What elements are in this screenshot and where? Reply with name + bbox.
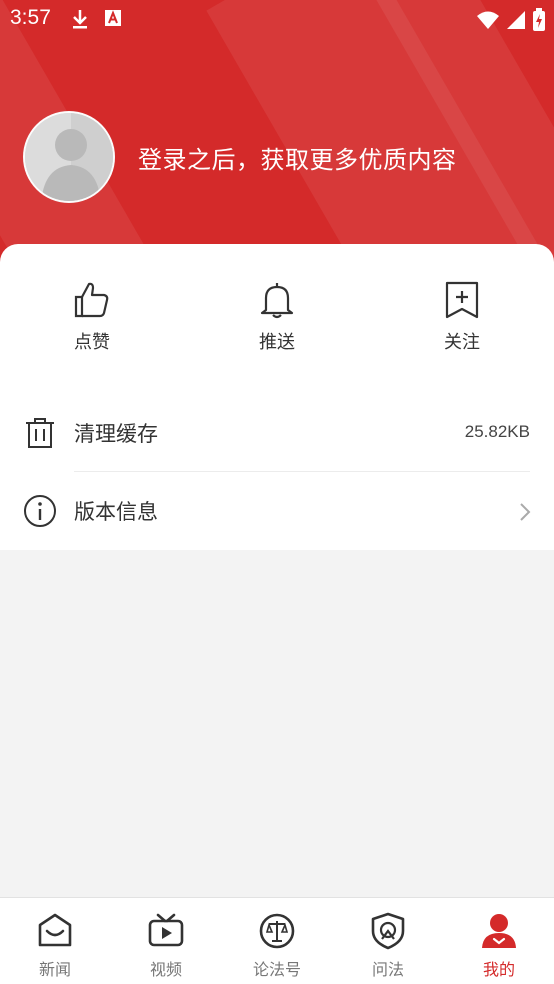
follow-action[interactable]: 关注 <box>402 276 522 354</box>
shield-icon <box>371 912 405 950</box>
battery-charging-icon <box>533 8 545 31</box>
cache-size: 25.82KB <box>464 422 530 441</box>
chevron-right-icon <box>520 503 531 521</box>
like-action[interactable]: 点赞 <box>32 276 152 354</box>
quick-actions: 点赞 推送 关注 <box>0 276 554 366</box>
avatar[interactable] <box>23 111 115 203</box>
thumbs-up-icon <box>74 282 109 318</box>
clear-cache-row[interactable]: 清理缓存 25.82KB <box>0 394 554 472</box>
wifi-icon <box>477 11 499 29</box>
download-icon <box>73 10 87 29</box>
user-icon <box>482 914 516 948</box>
nav-item-ask-law[interactable]: 问法 <box>333 898 443 984</box>
status-bar: 3:57 <box>0 0 554 38</box>
follow-label: 关注 <box>444 332 480 353</box>
nav-item-law-account[interactable]: 论法号 <box>222 898 332 984</box>
version-info-row[interactable]: 版本信息 <box>0 472 554 550</box>
nav-item-me[interactable]: 我的 <box>444 898 554 984</box>
default-avatar-icon <box>25 113 113 201</box>
nav-label-me: 我的 <box>482 960 515 979</box>
nav-label-news: 新闻 <box>38 960 71 979</box>
like-label: 点赞 <box>74 332 110 353</box>
news-icon <box>38 913 72 947</box>
scale-icon <box>259 913 295 949</box>
bookmark-plus-icon <box>445 281 479 319</box>
push-label: 推送 <box>259 332 295 353</box>
nav-label-law-account: 论法号 <box>252 960 301 979</box>
version-info-label: 版本信息 <box>74 500 158 524</box>
push-action[interactable]: 推送 <box>217 276 337 354</box>
login-prompt[interactable]: 登录之后，获取更多优质内容 <box>138 140 457 175</box>
nav-label-ask-law: 问法 <box>371 960 404 979</box>
clear-cache-label: 清理缓存 <box>74 422 158 446</box>
nav-item-video[interactable]: 视频 <box>111 898 221 984</box>
a-badge-icon <box>105 10 121 26</box>
bottom-nav: 新闻 视频 论法号 问法 我的 <box>0 897 554 984</box>
nav-label-video: 视频 <box>149 960 182 979</box>
bell-icon <box>260 283 294 319</box>
tv-icon <box>148 913 184 947</box>
status-time: 3:57 <box>10 6 51 29</box>
info-icon <box>24 495 56 527</box>
nav-item-news[interactable]: 新闻 <box>0 898 110 984</box>
signal-icon <box>507 11 525 29</box>
trash-icon <box>26 418 54 448</box>
profile-card: 点赞 推送 关注 清理缓存 25.82KB 版本信息 <box>0 244 554 550</box>
